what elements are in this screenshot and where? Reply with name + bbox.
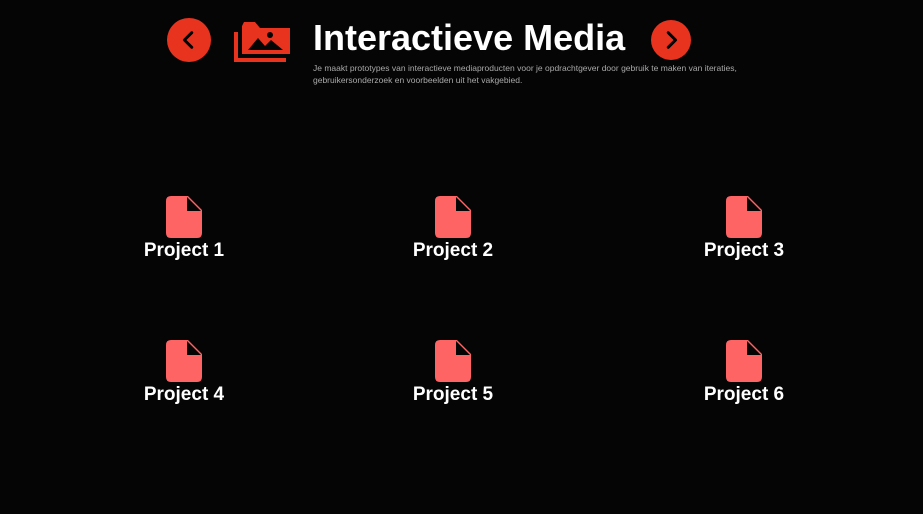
- next-button[interactable]: [651, 20, 691, 60]
- project-item-5[interactable]: Project 5: [383, 340, 523, 406]
- page-description: Je maakt prototypes van interactieve med…: [313, 63, 737, 85]
- project-label: Project 5: [412, 384, 494, 405]
- chevron-right-icon: [666, 31, 678, 49]
- page-title: Interactieve Media: [313, 17, 626, 58]
- page: Interactieve Media Je maakt prototypes v…: [0, 0, 923, 514]
- project-label: Project 3: [703, 240, 785, 261]
- project-label: Project 1: [143, 240, 225, 261]
- project-item-6[interactable]: Project 6: [674, 340, 814, 406]
- photo-library-icon: [234, 22, 290, 62]
- file-icon: [166, 196, 202, 238]
- project-item-4[interactable]: Project 4: [114, 340, 254, 406]
- chevron-left-icon: [182, 31, 194, 49]
- file-icon: [726, 340, 762, 382]
- project-item-1[interactable]: Project 1: [114, 196, 254, 262]
- file-icon: [435, 196, 471, 238]
- project-label: Project 2: [412, 240, 494, 261]
- file-icon: [166, 340, 202, 382]
- project-label: Project 4: [143, 384, 225, 405]
- file-icon: [726, 196, 762, 238]
- project-item-2[interactable]: Project 2: [383, 196, 523, 262]
- file-icon: [435, 340, 471, 382]
- project-label: Project 6: [703, 384, 785, 405]
- previous-button[interactable]: [167, 18, 211, 62]
- project-item-3[interactable]: Project 3: [674, 196, 814, 262]
